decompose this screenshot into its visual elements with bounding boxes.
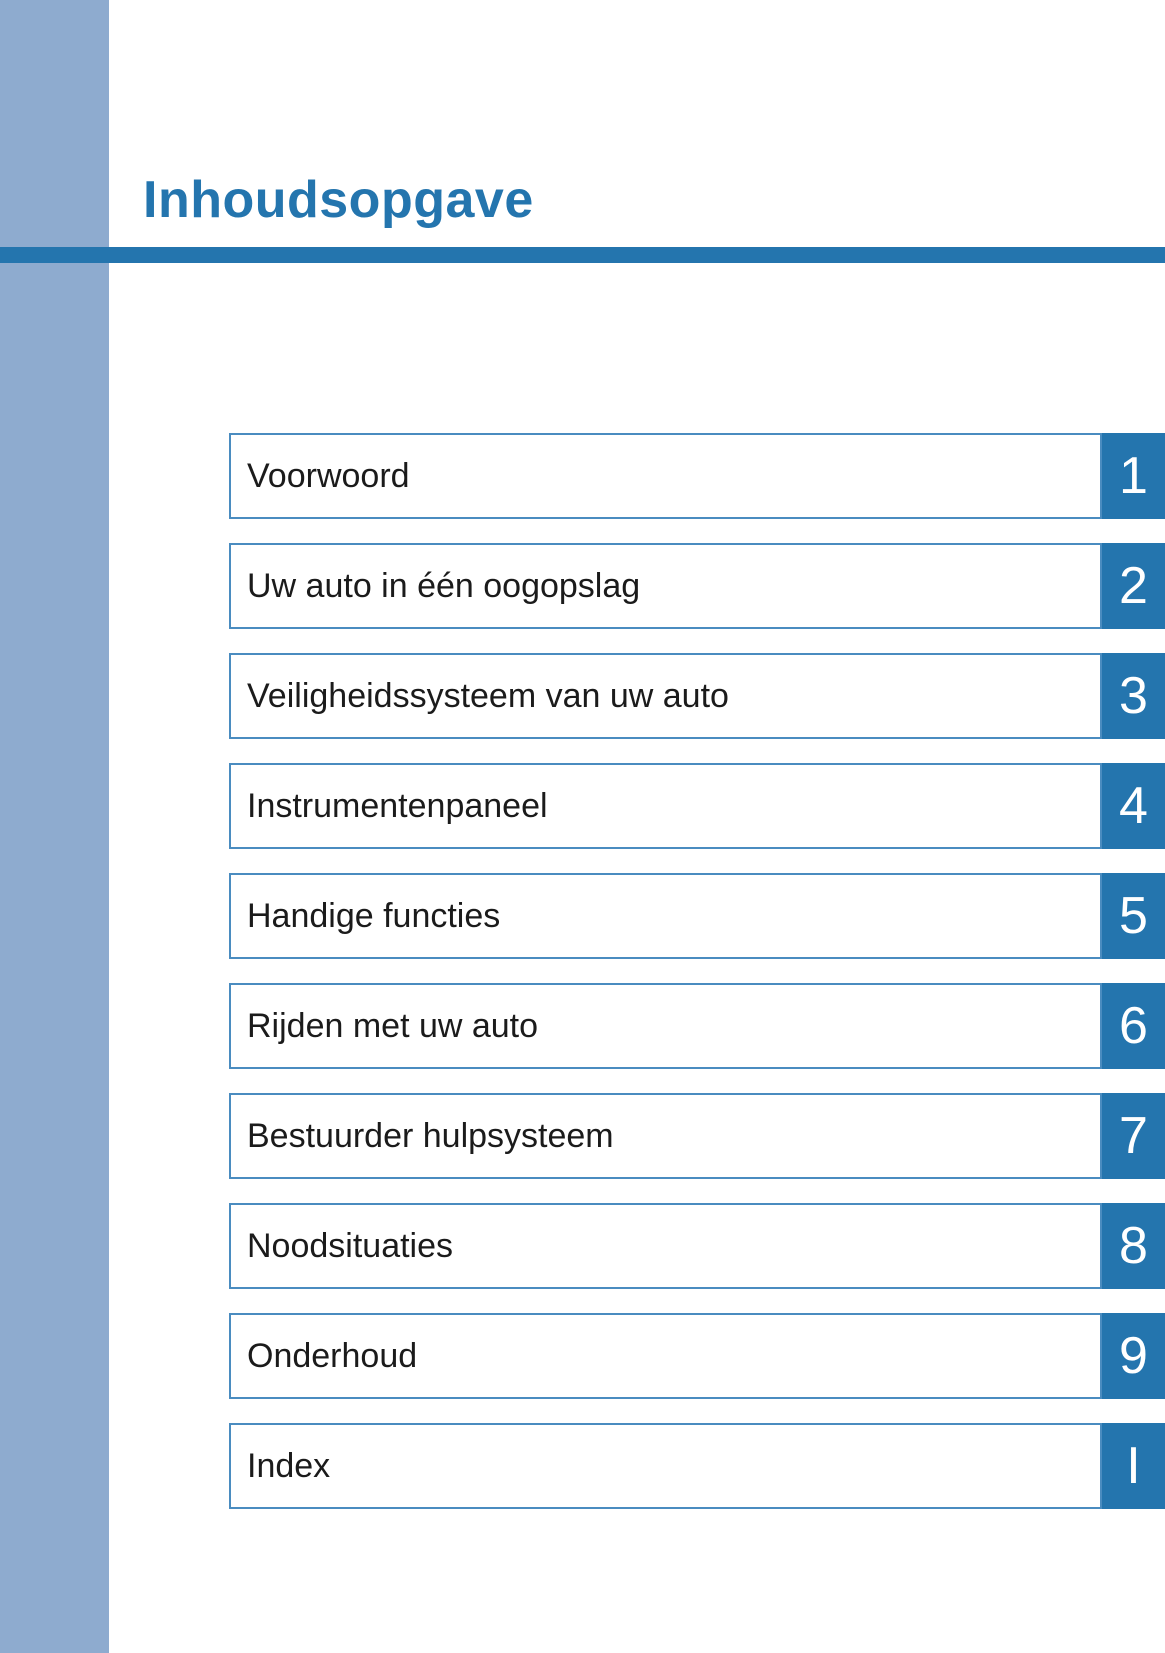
chapter-number-tab[interactable]: 8 <box>1102 1203 1165 1289</box>
chapter-number-tab[interactable]: 3 <box>1102 653 1165 739</box>
page-title: Inhoudsopgave <box>143 171 534 229</box>
title-divider <box>0 247 1165 263</box>
toc-item-maintenance[interactable]: Onderhoud 9 <box>229 1313 1165 1399</box>
chapter-number-tab[interactable]: 5 <box>1102 873 1165 959</box>
chapter-number-tab[interactable]: 2 <box>1102 543 1165 629</box>
toc-item-label: Uw auto in één oogopslag <box>229 543 1102 629</box>
toc-item-emergencies[interactable]: Noodsituaties 8 <box>229 1203 1165 1289</box>
chapter-number-tab[interactable]: 6 <box>1102 983 1165 1069</box>
chapter-number-tab[interactable]: 4 <box>1102 763 1165 849</box>
toc-item-convenient-features[interactable]: Handige functies 5 <box>229 873 1165 959</box>
toc-item-overview[interactable]: Uw auto in één oogopslag 2 <box>229 543 1165 629</box>
toc-item-label: Handige functies <box>229 873 1102 959</box>
toc-item-label: Bestuurder hulpsysteem <box>229 1093 1102 1179</box>
toc-item-index[interactable]: Index I <box>229 1423 1165 1509</box>
chapter-number-tab[interactable]: 1 <box>1102 433 1165 519</box>
toc-item-label: Veiligheidssysteem van uw auto <box>229 653 1102 739</box>
toc-item-driving[interactable]: Rijden met uw auto 6 <box>229 983 1165 1069</box>
chapter-number-tab[interactable]: 9 <box>1102 1313 1165 1399</box>
toc-item-label: Onderhoud <box>229 1313 1102 1399</box>
toc-item-label: Rijden met uw auto <box>229 983 1102 1069</box>
chapter-number-tab[interactable]: 7 <box>1102 1093 1165 1179</box>
toc-item-label: Instrumentenpaneel <box>229 763 1102 849</box>
toc-item-label: Noodsituaties <box>229 1203 1102 1289</box>
chapter-number-tab[interactable]: I <box>1102 1423 1165 1509</box>
toc-item-safety-system[interactable]: Veiligheidssysteem van uw auto 3 <box>229 653 1165 739</box>
toc-item-label: Index <box>229 1423 1102 1509</box>
toc-item-instrument-panel[interactable]: Instrumentenpaneel 4 <box>229 763 1165 849</box>
toc-item-driver-assistance[interactable]: Bestuurder hulpsysteem 7 <box>229 1093 1165 1179</box>
toc-item-voorwoord[interactable]: Voorwoord 1 <box>229 433 1165 519</box>
toc-item-label: Voorwoord <box>229 433 1102 519</box>
